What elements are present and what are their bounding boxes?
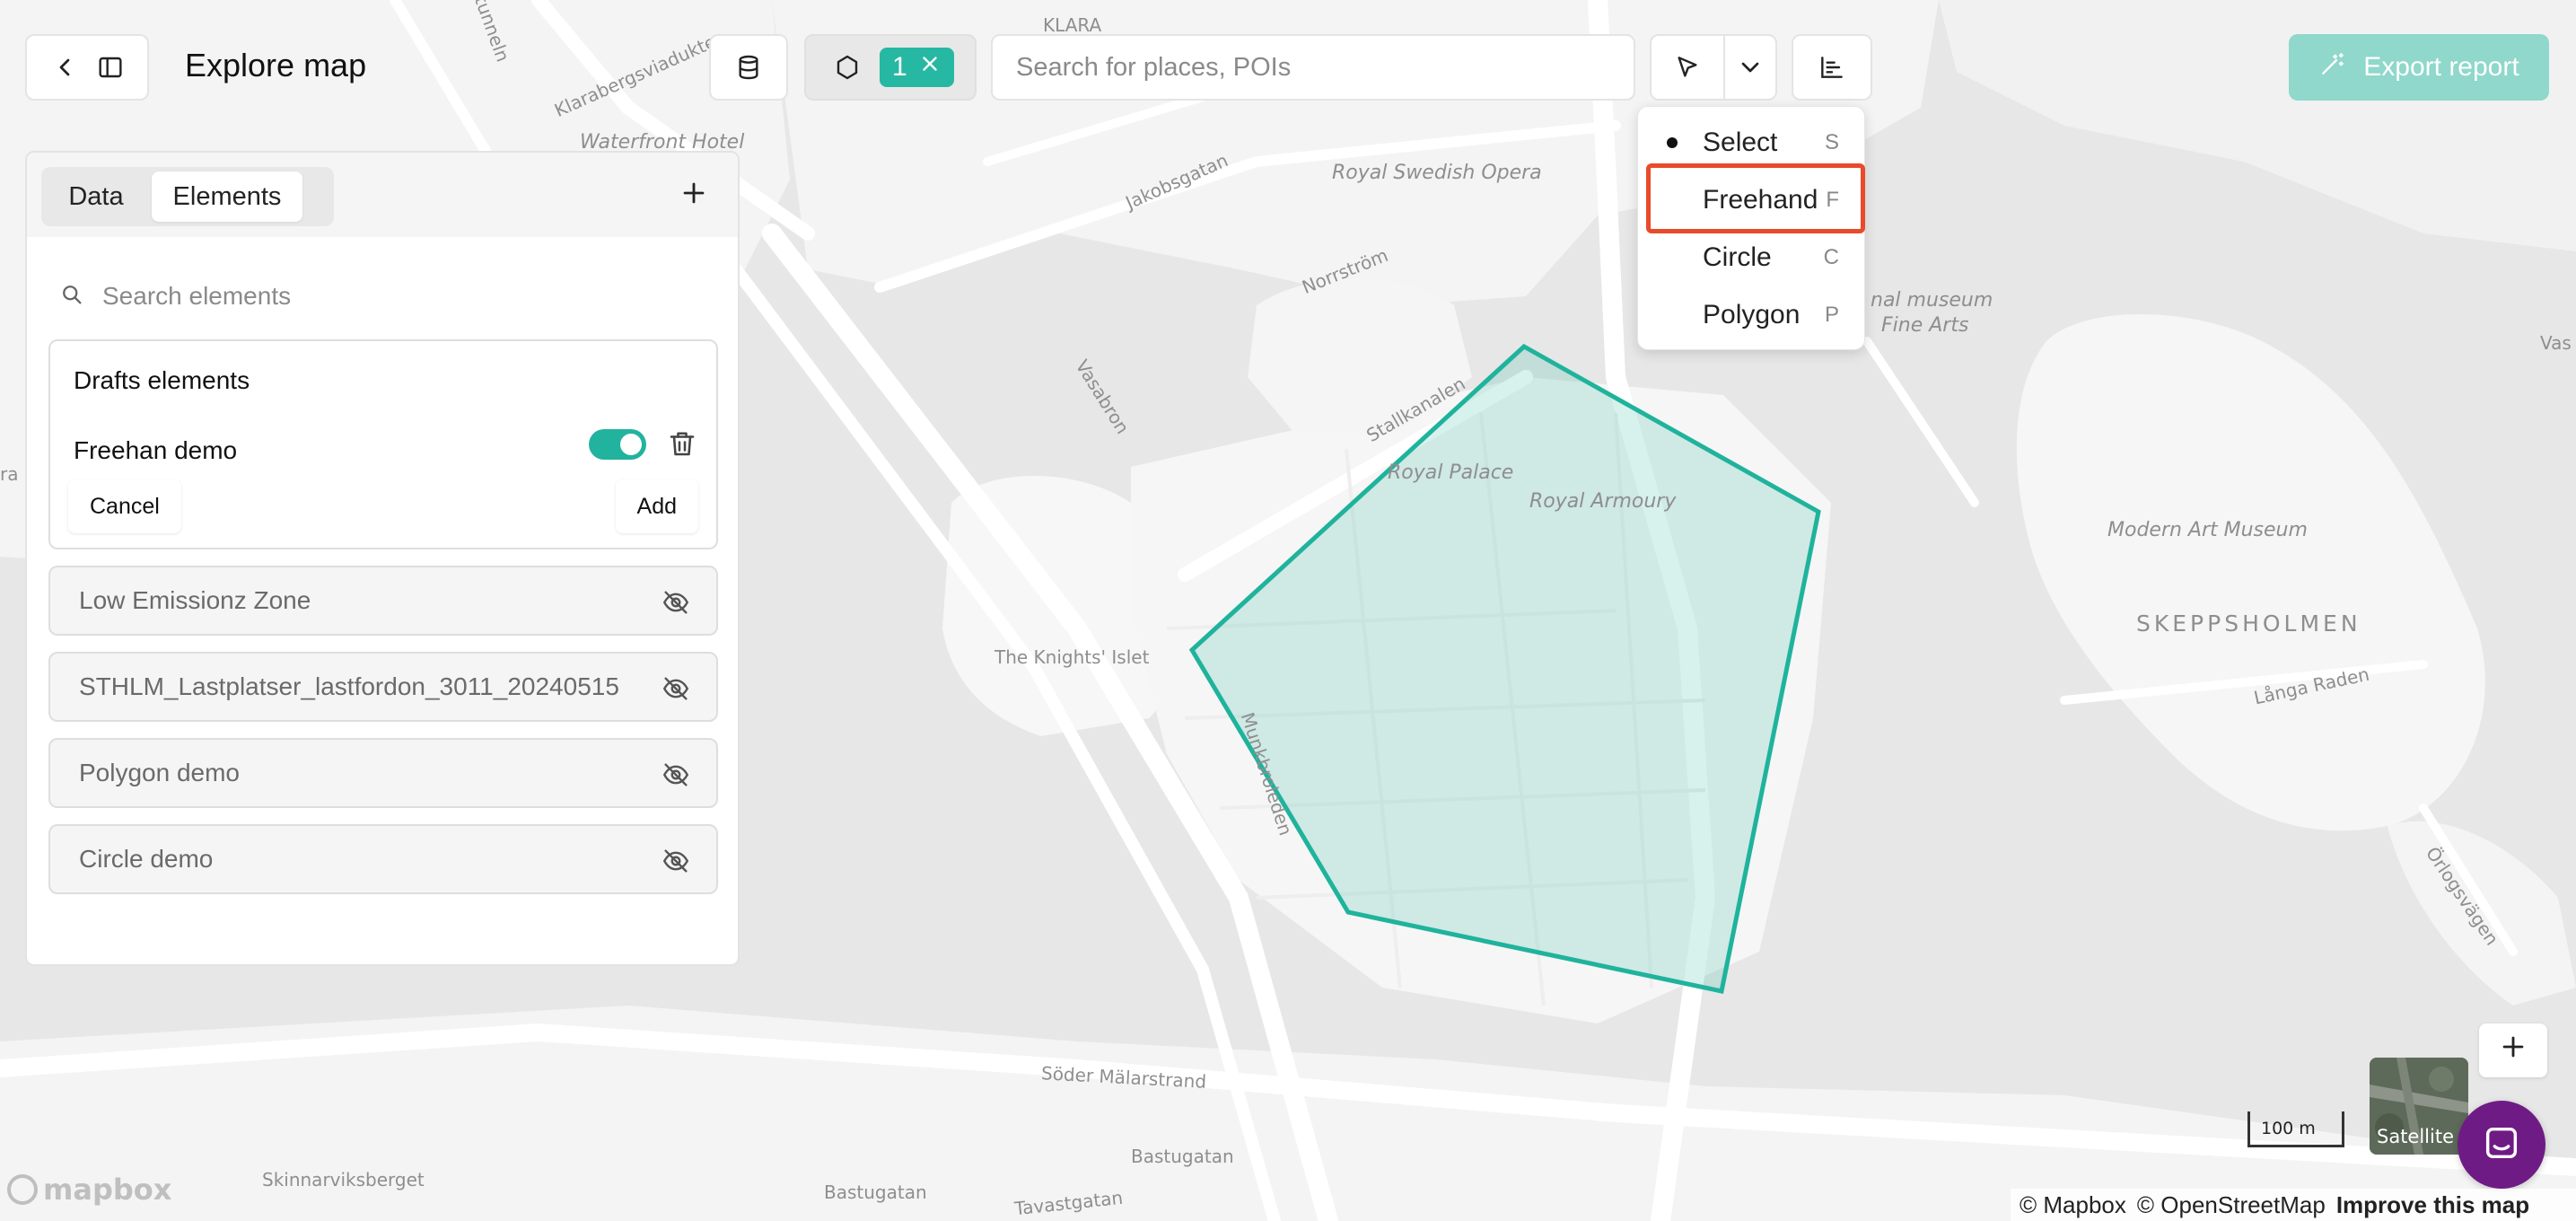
sidebar-toggle-icon[interactable] <box>96 53 125 82</box>
mapbox-logo-text: mapbox <box>43 1173 172 1207</box>
page-title: Explore map <box>185 47 367 83</box>
draw-tool-selector <box>1650 34 1777 101</box>
add-element-button[interactable] <box>679 178 709 215</box>
chevron-down-icon <box>1736 53 1765 82</box>
layer-name: Circle demo <box>79 845 214 873</box>
draft-element-name: Freehan demo <box>74 436 238 464</box>
attribution-mapbox[interactable]: © Mapbox <box>2020 1191 2126 1219</box>
database-icon <box>734 53 763 82</box>
layer-name: Polygon demo <box>79 759 241 786</box>
plus-icon <box>679 179 709 216</box>
layer-row[interactable]: Polygon demo <box>48 738 718 808</box>
place-search <box>991 34 1635 101</box>
plus-icon <box>2498 1031 2528 1071</box>
export-report-button[interactable]: Export report <box>2289 34 2549 101</box>
export-report-label: Export report <box>2363 52 2519 82</box>
satellite-label: Satellite <box>2377 1126 2455 1147</box>
mapbox-logo-icon <box>7 1174 38 1205</box>
panel-header: Data Elements <box>27 153 738 237</box>
layer-row[interactable]: Low Emissionz Zone <box>48 566 718 636</box>
drafts-title: Drafts elements <box>74 366 250 394</box>
eye-off-icon[interactable] <box>661 760 691 795</box>
cursor-arrow-icon <box>1673 53 1702 82</box>
menu-item-select[interactable]: Select S <box>1638 116 1864 170</box>
element-search-input[interactable] <box>102 282 659 311</box>
shortcut-key: C <box>1823 245 1839 269</box>
eye-off-icon[interactable] <box>661 587 691 622</box>
search-icon <box>59 282 84 312</box>
draw-tool-menu: Select S Freehand F Circle C Polygon P <box>1637 106 1865 350</box>
selected-dot-icon <box>1667 137 1678 148</box>
select-tool-button[interactable] <box>1652 36 1725 99</box>
active-layers-selector[interactable]: 1 <box>804 34 977 101</box>
eye-off-icon[interactable] <box>661 673 691 708</box>
eye-off-icon[interactable] <box>661 846 691 881</box>
drafts-section: Drafts elements Freehan demo Cancel Add <box>48 339 718 549</box>
element-search <box>59 269 659 323</box>
menu-item-circle[interactable]: Circle C <box>1638 231 1864 285</box>
scale-bar: 100 m <box>2247 1111 2344 1147</box>
tab-data[interactable]: Data <box>46 171 146 222</box>
cancel-button[interactable]: Cancel <box>68 479 181 533</box>
bar-chart-icon <box>1818 53 1846 82</box>
shortcut-key: S <box>1824 130 1839 154</box>
menu-item-label: Polygon <box>1703 300 1801 329</box>
place-search-input[interactable] <box>1016 52 1634 83</box>
mapbox-logo[interactable]: mapbox <box>7 1173 171 1207</box>
datasource-button[interactable] <box>709 34 788 101</box>
chat-support-button[interactable] <box>2458 1101 2545 1189</box>
layer-count-badge[interactable]: 1 <box>880 48 954 87</box>
chart-button[interactable] <box>1792 34 1872 101</box>
menu-item-label: Freehand <box>1703 185 1818 215</box>
toggle-knob <box>620 434 642 455</box>
trash-icon[interactable] <box>666 427 698 464</box>
menu-item-label: Select <box>1703 127 1778 157</box>
chat-icon <box>2481 1122 2522 1168</box>
magic-wand-icon <box>2318 49 2347 85</box>
map-attribution: © Mapbox © OpenStreetMap Improve this ma… <box>2011 1189 2576 1221</box>
layer-row[interactable]: STHLM_Lastplatser_lastfordon_3011_202405… <box>48 652 718 722</box>
layer-row[interactable]: Circle demo <box>48 824 718 894</box>
elements-panel: Data Elements Drafts elements Freehan de… <box>25 151 740 966</box>
layer-name: STHLM_Lastplatser_lastfordon_3011_202405… <box>79 672 619 700</box>
menu-item-label: Circle <box>1703 242 1772 272</box>
panel-tabs: Data Elements <box>41 167 334 226</box>
tab-elements[interactable]: Elements <box>152 171 302 222</box>
draft-visibility-toggle[interactable] <box>589 429 646 460</box>
zoom-in-button[interactable] <box>2479 1023 2547 1077</box>
shortcut-key: F <box>1826 188 1839 212</box>
menu-item-freehand[interactable]: Freehand F <box>1638 173 1864 227</box>
layer-name: Low Emissionz Zone <box>79 586 311 614</box>
shortcut-key: P <box>1824 303 1839 327</box>
improve-map-link[interactable]: Improve this map <box>2336 1191 2529 1219</box>
add-button[interactable]: Add <box>615 479 698 533</box>
layer-count: 1 <box>892 52 907 82</box>
hexagon-icon <box>833 53 862 82</box>
nav-controls <box>25 34 149 101</box>
satellite-toggle[interactable]: Satellite <box>2370 1058 2468 1155</box>
draw-menu-toggle[interactable] <box>1725 36 1775 99</box>
menu-item-polygon[interactable]: Polygon P <box>1638 288 1864 342</box>
attribution-osm[interactable]: © OpenStreetMap <box>2137 1191 2326 1219</box>
chevron-left-icon[interactable] <box>50 53 79 82</box>
close-icon[interactable] <box>918 52 942 83</box>
